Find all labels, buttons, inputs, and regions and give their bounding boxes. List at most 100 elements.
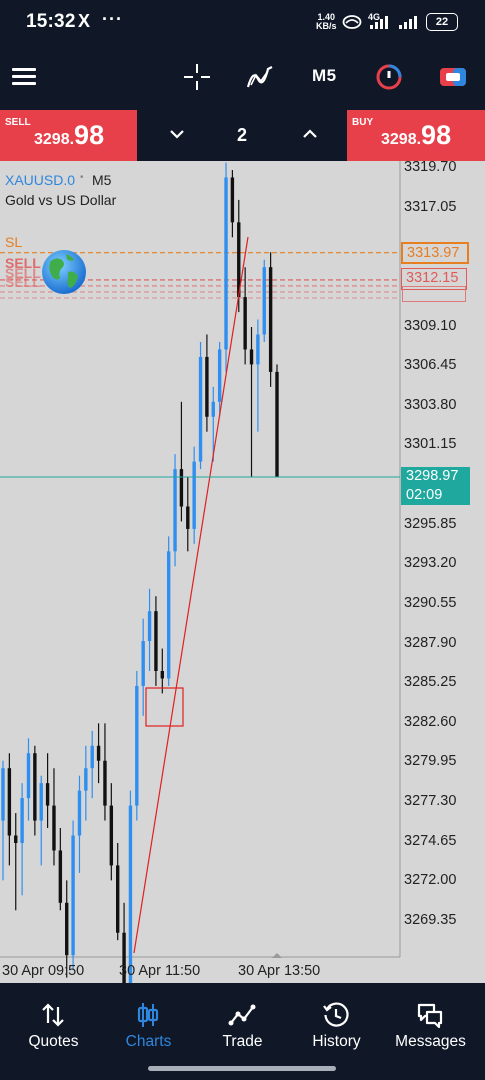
candle-body [7, 768, 12, 836]
sell-line-label-3: SELL [5, 274, 41, 290]
rectangle-drawing[interactable] [145, 687, 184, 727]
timeframe-button[interactable]: M5 [312, 66, 337, 86]
nav-quotes-label: Quotes [28, 1033, 79, 1050]
candle-body [52, 805, 56, 851]
candle-body [192, 461, 196, 529]
candle-body [262, 267, 266, 335]
signal-icon-2 [399, 16, 417, 29]
price-tick: 3282.60 [404, 713, 457, 730]
indicators-icon[interactable] [246, 63, 274, 91]
candle-body [26, 753, 31, 799]
candle-body [198, 356, 203, 462]
candle-body [160, 670, 165, 679]
decrease-lot-icon[interactable] [169, 128, 185, 140]
lot-selector: 2 [137, 110, 347, 161]
candle-body [135, 685, 139, 806]
time-tick: 30 Apr 09:50 [2, 963, 85, 979]
candle-body [179, 469, 184, 507]
nav-messages[interactable]: Messages [382, 983, 479, 1063]
crosshair-icon[interactable] [183, 63, 211, 91]
trade-toggle-icon[interactable] [439, 65, 467, 89]
buy-label: BUY [352, 117, 374, 128]
candle-body [211, 401, 215, 417]
price-tick: 3301.15 [404, 436, 457, 453]
buy-price-small: 3298. [381, 131, 422, 148]
candle-body [33, 753, 37, 821]
price-tick: 3295.85 [404, 515, 457, 532]
messages-icon [417, 1003, 443, 1029]
sell-button[interactable]: SELL 3298.98 [0, 110, 137, 161]
increase-lot-icon[interactable] [302, 128, 318, 140]
price-tick: 3272.00 [404, 872, 457, 889]
current-time-marker [272, 953, 282, 958]
candle-body [39, 783, 43, 821]
menu-icon[interactable] [12, 67, 38, 87]
candle-body [115, 865, 120, 933]
symbol-description: Gold vs US Dollar [5, 192, 117, 208]
candle-body [103, 760, 107, 806]
price-tick: 3319.70 [404, 159, 457, 175]
buy-price: 3298.98 [381, 120, 451, 155]
candle-body [166, 551, 171, 679]
sell-label: SELL [5, 117, 31, 128]
one-click-trading-icon[interactable] [375, 63, 403, 91]
candle-body [77, 790, 82, 836]
price-tick: 3279.95 [404, 753, 457, 770]
lot-value[interactable]: 2 [237, 125, 247, 146]
time-tick: 30 Apr 11:50 [119, 963, 201, 979]
signal-icon [370, 16, 388, 29]
nav-quotes[interactable]: Quotes [5, 983, 102, 1063]
symbol-name: XAUUSD.0 [5, 172, 76, 188]
candle-body [147, 611, 152, 642]
globe-icon[interactable] [40, 248, 88, 296]
candle-body [96, 745, 101, 761]
time-tick: 30 Apr 13:50 [238, 963, 321, 979]
current-price-tag: 3298.97 02:09 [401, 467, 470, 505]
sell-price-small: 3298. [34, 131, 75, 148]
candle-body [205, 356, 209, 417]
x-app-icon: X [78, 11, 91, 31]
price-tick: 3269.35 [404, 912, 457, 928]
quotes-icon [42, 1003, 64, 1027]
candle-body [65, 902, 69, 956]
battery-icon: 22 [426, 13, 458, 31]
candle-body [109, 805, 114, 866]
sell-price: 3298.98 [34, 120, 104, 155]
candle-body [249, 349, 254, 365]
network-speed-unit: KB/s [316, 21, 337, 31]
sl-line-label: SL [5, 234, 23, 250]
buy-button[interactable]: BUY 3298.98 [347, 110, 485, 161]
candle-body [1, 768, 5, 821]
candle-body [243, 297, 247, 350]
candle-body [154, 611, 158, 671]
candle-body [84, 768, 88, 791]
candle-body [141, 641, 145, 686]
sl-price-tag[interactable]: 3313.97 [401, 242, 469, 264]
symbol-timeframe: M5 [92, 172, 112, 188]
price-tick: 3309.10 [404, 317, 457, 334]
candle-body [20, 798, 24, 843]
candle-body [224, 177, 228, 350]
candle-countdown: 02:09 [406, 487, 443, 503]
hotspot-icon [342, 15, 362, 29]
current-price: 3298.97 [406, 468, 459, 484]
candle-body [90, 745, 94, 769]
home-indicator [148, 1066, 336, 1071]
sell-price-tag-2 [402, 286, 466, 302]
price-tick: 3285.25 [404, 674, 457, 691]
candle-body [230, 177, 235, 223]
chart-toolbar [0, 44, 485, 110]
nav-charts[interactable]: Charts [100, 983, 197, 1063]
status-time: 15:32 [26, 11, 76, 32]
price-tick: 3274.65 [404, 832, 457, 849]
nav-history[interactable]: History [288, 983, 385, 1063]
nav-history-label: History [312, 1033, 361, 1050]
trend-line[interactable] [133, 236, 249, 954]
candle-body [128, 805, 133, 983]
nav-messages-label: Messages [395, 1033, 466, 1050]
nav-trade-label: Trade [222, 1033, 263, 1050]
price-tick: 3293.20 [404, 555, 457, 572]
nav-trade[interactable]: Trade [194, 983, 291, 1063]
price-tick: 3290.55 [404, 594, 457, 611]
candle-body [217, 349, 222, 402]
